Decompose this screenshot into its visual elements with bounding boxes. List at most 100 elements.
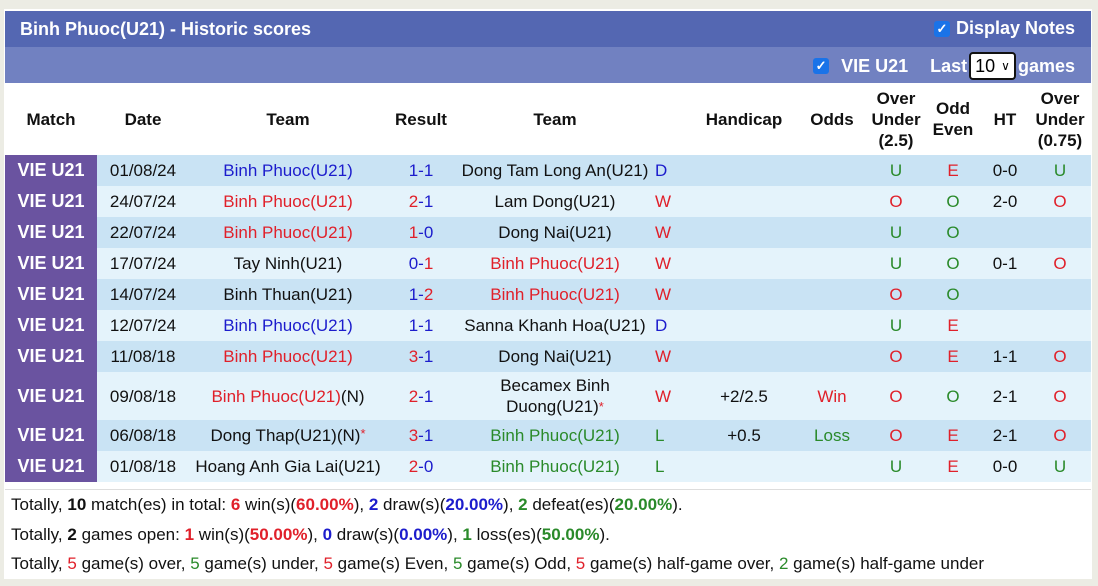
home-team-name[interactable]: Binh Phuoc(U21)	[223, 223, 352, 242]
home-team[interactable]: Binh Thuan(U21)	[189, 279, 387, 310]
home-team-name[interactable]: Binh Phuoc(U21)	[223, 347, 352, 366]
away-team-name[interactable]: Binh Phuoc(U21)	[490, 457, 619, 476]
over-under-2-5: O	[867, 341, 925, 372]
away-team[interactable]: Binh Phuoc(U21)	[455, 451, 655, 482]
away-score: 1	[423, 160, 434, 180]
match-result[interactable]: 3-1	[387, 420, 455, 451]
home-team[interactable]: Binh Phuoc(U21)	[189, 155, 387, 186]
half-time-score: 2-0	[981, 186, 1029, 217]
handicap	[691, 279, 797, 310]
home-team-name[interactable]: Binh Phuoc(U21)	[223, 316, 352, 335]
match-league[interactable]: VIE U21	[5, 372, 97, 420]
home-team[interactable]: Binh Phuoc(U21)	[189, 186, 387, 217]
home-team[interactable]: Binh Phuoc(U21)	[189, 217, 387, 248]
away-team[interactable]: Sanna Khanh Hoa(U21)	[455, 310, 655, 341]
half-time-score: 0-0	[981, 451, 1029, 482]
home-team-name[interactable]: Binh Thuan(U21)	[223, 285, 352, 304]
match-date: 24/07/24	[97, 186, 189, 217]
home-team[interactable]: Dong Thap(U21)(N)*	[189, 420, 387, 451]
home-team-name[interactable]: Hoang Anh Gia Lai(U21)	[195, 457, 380, 476]
away-team[interactable]: Binh Phuoc(U21)	[455, 248, 655, 279]
summary-line-over-under: Totally, 5 game(s) over, 5 game(s) under…	[11, 554, 985, 573]
match-result[interactable]: 0-1	[387, 248, 455, 279]
away-team[interactable]: Binh Phuoc(U21)	[455, 279, 655, 310]
match-league[interactable]: VIE U21	[5, 155, 97, 186]
league-filter-checkbox[interactable]: ✓	[813, 58, 830, 74]
win-loss: L	[655, 420, 691, 451]
match-result[interactable]: 2-1	[387, 186, 455, 217]
away-team-name[interactable]: Binh Phuoc(U21)	[490, 285, 619, 304]
away-team-name[interactable]: Becamex Binh Duong(U21)	[500, 376, 610, 416]
home-team[interactable]: Binh Phuoc(U21)	[189, 310, 387, 341]
display-notes-toggle[interactable]: ✓ Display Notes	[933, 18, 1075, 39]
odd-even: O	[925, 217, 981, 248]
table-row: VIE U21 01/08/24 Binh Phuoc(U21) 1-1 Dong Ta…	[5, 155, 1091, 186]
away-team[interactable]: Dong Nai(U21)	[455, 217, 655, 248]
away-score: 1	[423, 386, 434, 406]
table-row: VIE U21 17/07/24 Tay Ninh(U21) 0-1 Binh Phuo…	[5, 248, 1091, 279]
match-result[interactable]: 1-2	[387, 279, 455, 310]
odd-even: E	[925, 341, 981, 372]
away-team-name[interactable]: Dong Nai(U21)	[498, 347, 611, 366]
home-team-name[interactable]: Binh Phuoc(U21)	[223, 192, 352, 211]
match-league[interactable]: VIE U21	[5, 310, 97, 341]
match-result[interactable]: 3-1	[387, 341, 455, 372]
home-team-name[interactable]: Binh Phuoc(U21)	[223, 161, 352, 180]
home-team-name[interactable]: Dong Thap(U21)	[211, 426, 337, 445]
win-loss: D	[655, 310, 691, 341]
last-games-select[interactable]: 10 ∨	[969, 52, 1016, 80]
historic-scores-panel: Binh Phuoc(U21) - Historic scores ✓ Disp…	[4, 9, 1092, 579]
away-score: 1	[423, 425, 434, 445]
title-bar: Binh Phuoc(U21) - Historic scores ✓ Disp…	[5, 11, 1091, 47]
away-team[interactable]: Binh Phuoc(U21)	[455, 420, 655, 451]
match-result[interactable]: 1-1	[387, 310, 455, 341]
col-over-under-0-75: Over Under (0.75)	[1035, 88, 1085, 150]
odd-even: O	[925, 372, 981, 420]
match-result[interactable]: 1-1	[387, 155, 455, 186]
over-under-2-5: U	[867, 451, 925, 482]
away-team[interactable]: Dong Tam Long An(U21)	[455, 155, 655, 186]
away-team-name[interactable]: Binh Phuoc(U21)	[490, 426, 619, 445]
col-ht: HT	[993, 109, 1017, 129]
away-team[interactable]: Becamex Binh Duong(U21)*	[455, 372, 655, 420]
away-team-name[interactable]: Dong Tam Long An(U21)	[462, 161, 649, 180]
table-header-row: Match Date Team Result Team Handicap Odd…	[5, 83, 1091, 155]
home-team-name[interactable]: Binh Phuoc(U21)	[211, 387, 340, 406]
home-team[interactable]: Binh Phuoc(U21)(N)	[189, 372, 387, 420]
away-team-name[interactable]: Lam Dong(U21)	[495, 192, 616, 211]
scores-table: Match Date Team Result Team Handicap Odd…	[5, 83, 1091, 482]
match-league[interactable]: VIE U21	[5, 341, 97, 372]
away-team-name[interactable]: Dong Nai(U21)	[498, 223, 611, 242]
match-league[interactable]: VIE U21	[5, 248, 97, 279]
match-date: 12/07/24	[97, 310, 189, 341]
away-score: 2	[423, 284, 434, 304]
match-league[interactable]: VIE U21	[5, 217, 97, 248]
match-result[interactable]: 1-0	[387, 217, 455, 248]
away-score: 1	[423, 315, 434, 335]
over-under-2-5: U	[867, 248, 925, 279]
odds-result: Win	[797, 372, 867, 420]
handicap	[691, 451, 797, 482]
match-result[interactable]: 2-0	[387, 451, 455, 482]
match-league[interactable]: VIE U21	[5, 420, 97, 451]
away-team-name[interactable]: Sanna Khanh Hoa(U21)	[464, 316, 645, 335]
half-time-score	[981, 217, 1029, 248]
table-row: VIE U21 09/08/18 Binh Phuoc(U21)(N) 2-1 Beca…	[5, 372, 1091, 420]
match-league[interactable]: VIE U21	[5, 186, 97, 217]
away-team-name[interactable]: Binh Phuoc(U21)	[490, 254, 619, 273]
match-date: 22/07/24	[97, 217, 189, 248]
away-team[interactable]: Lam Dong(U21)	[455, 186, 655, 217]
home-score: 1	[408, 315, 419, 335]
match-league[interactable]: VIE U21	[5, 279, 97, 310]
table-row: VIE U21 11/08/18 Binh Phuoc(U21) 3-1 Dong Na…	[5, 341, 1091, 372]
home-team[interactable]: Tay Ninh(U21)	[189, 248, 387, 279]
home-team[interactable]: Hoang Anh Gia Lai(U21)	[189, 451, 387, 482]
over-under-2-5: O	[867, 420, 925, 451]
checkbox-checked-icon[interactable]: ✓	[933, 20, 950, 37]
home-team-name[interactable]: Tay Ninh(U21)	[234, 254, 343, 273]
home-team[interactable]: Binh Phuoc(U21)	[189, 341, 387, 372]
home-score: 0	[408, 253, 419, 273]
match-result[interactable]: 2-1	[387, 372, 455, 420]
away-team[interactable]: Dong Nai(U21)	[455, 341, 655, 372]
match-league[interactable]: VIE U21	[5, 451, 97, 482]
